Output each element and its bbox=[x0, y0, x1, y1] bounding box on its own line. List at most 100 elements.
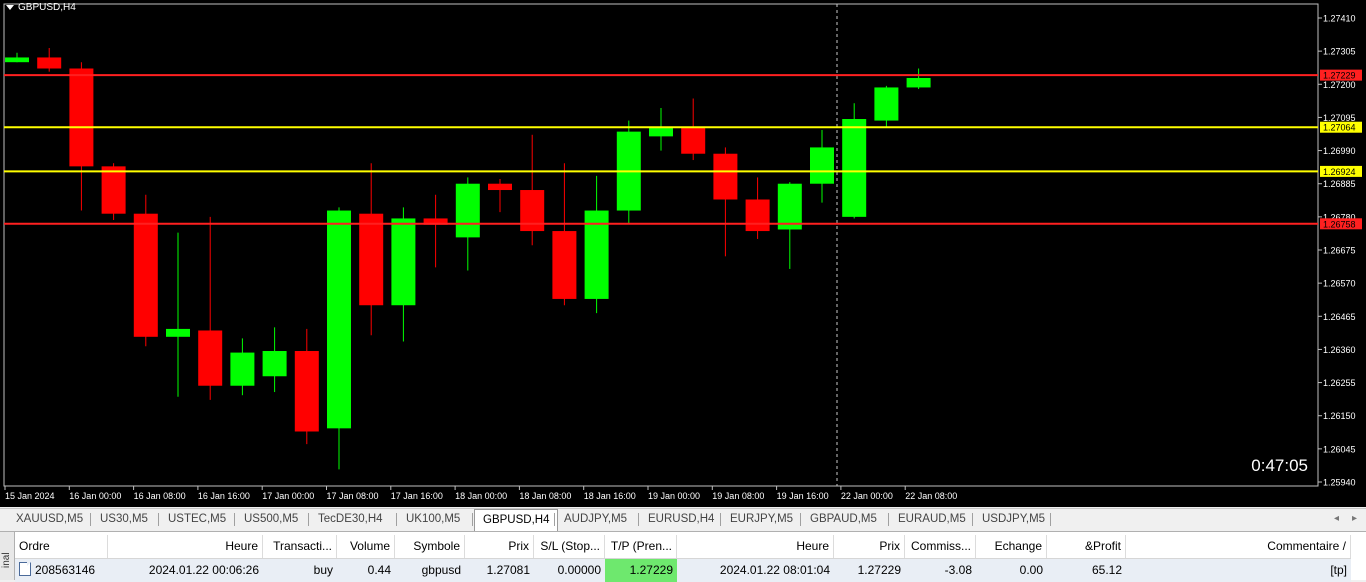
tab-tecde30-h4[interactable]: TecDE30,H4 bbox=[310, 511, 391, 528]
tabs-scroll-right-icon[interactable]: ▸ bbox=[1352, 513, 1357, 524]
tab-separator bbox=[888, 513, 889, 526]
tab-euraud-m5[interactable]: EURAUD,M5 bbox=[890, 511, 974, 528]
time-tick-label: 16 Jan 16:00 bbox=[198, 491, 250, 501]
column-header-10[interactable]: Commiss... bbox=[905, 535, 976, 558]
order-number: 208563146 bbox=[35, 563, 96, 577]
chart-menu-icon[interactable] bbox=[6, 5, 14, 10]
candle-body bbox=[777, 183, 802, 230]
table-row[interactable]: 208563146 2024.01.22 00:06:26 buy 0.44 gbpus… bbox=[15, 558, 1351, 582]
price-tick-label: 1.25940 bbox=[1323, 478, 1356, 488]
tab-xauusd-m5[interactable]: XAUUSD,M5 bbox=[8, 511, 91, 528]
candle-body bbox=[69, 68, 94, 167]
time-tick-label: 15 Jan 2024 bbox=[5, 491, 55, 501]
level-price-label: 1.27229 bbox=[1323, 71, 1356, 81]
column-header-4[interactable]: Symbole bbox=[395, 535, 465, 558]
candle-body bbox=[488, 183, 512, 191]
time-tick-label: 16 Jan 08:00 bbox=[134, 491, 186, 501]
candle-body bbox=[649, 126, 673, 137]
price-tick-label: 1.26990 bbox=[1323, 146, 1356, 156]
column-header-1[interactable]: Heure bbox=[108, 535, 263, 558]
candle-body bbox=[874, 87, 899, 121]
tab-separator bbox=[472, 513, 473, 526]
tab-separator bbox=[720, 513, 721, 526]
tab-gbpaud-m5[interactable]: GBPAUD,M5 bbox=[802, 511, 885, 528]
candle-body bbox=[745, 199, 770, 232]
price-tick-label: 1.26045 bbox=[1323, 444, 1356, 454]
terminal-panel: inal Ordre Heure Transacti... Volume Symbole… bbox=[0, 531, 1366, 582]
level-price-label: 1.26924 bbox=[1323, 167, 1356, 177]
candle-body bbox=[520, 190, 545, 232]
price-tick-label: 1.26675 bbox=[1323, 246, 1356, 256]
tab-us30-m5[interactable]: US30,M5 bbox=[92, 511, 156, 528]
candle-body bbox=[906, 77, 931, 88]
level-price-label: 1.26758 bbox=[1323, 219, 1356, 229]
candle-body bbox=[713, 153, 738, 200]
tab-separator bbox=[234, 513, 235, 526]
tab-separator bbox=[800, 513, 801, 526]
time-tick-label: 16 Jan 00:00 bbox=[69, 491, 121, 501]
tab-usdjpy-m5[interactable]: USDJPY,M5 bbox=[974, 511, 1053, 528]
tab-separator bbox=[90, 513, 91, 526]
tab-audjpy-m5[interactable]: AUDJPY,M5 bbox=[556, 511, 635, 528]
column-header-11[interactable]: Echange bbox=[976, 535, 1047, 558]
price-chart[interactable]: 1.27410 1.27305 1.27200 1.27095 1.26990 1.268… bbox=[0, 0, 1366, 507]
tab-us500-m5[interactable]: US500,M5 bbox=[236, 511, 306, 528]
price-tick-label: 1.27095 bbox=[1323, 113, 1356, 123]
column-header-3[interactable]: Volume bbox=[337, 535, 395, 558]
column-header-5[interactable]: Prix bbox=[465, 535, 534, 558]
tab-separator bbox=[554, 513, 555, 526]
tab-gbpusd-h4[interactable]: GBPUSD,H4 bbox=[474, 509, 559, 531]
column-header-13[interactable]: Commentaire / bbox=[1126, 535, 1351, 558]
plot-frame bbox=[3, 3, 1319, 487]
tab-eurusd-h4[interactable]: EURUSD,H4 bbox=[640, 511, 722, 528]
column-header-8[interactable]: Heure bbox=[677, 535, 834, 558]
time-tick-label: 17 Jan 16:00 bbox=[391, 491, 443, 501]
price-tick-label: 1.27200 bbox=[1323, 80, 1356, 90]
column-header-7[interactable]: T/P (Pren... bbox=[605, 535, 677, 558]
price-tick-label: 1.26255 bbox=[1323, 378, 1356, 388]
terminal-side-label[interactable]: inal bbox=[0, 532, 15, 580]
column-header-12[interactable]: &Profit bbox=[1047, 535, 1126, 558]
column-header-9[interactable]: Prix bbox=[834, 535, 905, 558]
candle-body bbox=[37, 57, 62, 69]
time-tick-label: 19 Jan 08:00 bbox=[712, 491, 764, 501]
price-tick-label: 1.27410 bbox=[1323, 14, 1356, 24]
candle-body bbox=[810, 147, 834, 184]
candle-body bbox=[5, 57, 29, 63]
candle-body bbox=[842, 119, 867, 217]
price-tick-label: 1.26570 bbox=[1323, 279, 1356, 289]
time-tick-label: 18 Jan 16:00 bbox=[584, 491, 636, 501]
bar-countdown: 0:47:05 bbox=[1251, 456, 1308, 475]
order-icon bbox=[19, 562, 31, 576]
candle-body bbox=[262, 351, 287, 377]
tab-separator bbox=[396, 513, 397, 526]
column-header-6[interactable]: S/L (Stop... bbox=[534, 535, 605, 558]
time-tick-label: 17 Jan 08:00 bbox=[327, 491, 379, 501]
time-tick-label: 19 Jan 16:00 bbox=[777, 491, 829, 501]
chart-area[interactable]: 1.27410 1.27305 1.27200 1.27095 1.26990 1.268… bbox=[0, 0, 1366, 507]
tab-separator bbox=[972, 513, 973, 526]
tab-separator bbox=[308, 513, 309, 526]
candle-body bbox=[391, 218, 416, 306]
column-header-0[interactable]: Ordre bbox=[15, 535, 108, 558]
candle-body bbox=[681, 126, 706, 154]
chart-title[interactable]: GBPUSD,H4 bbox=[6, 2, 76, 13]
chart-symbol-label: GBPUSD,H4 bbox=[18, 2, 76, 13]
candle-body bbox=[198, 330, 223, 386]
tab-separator bbox=[1050, 513, 1051, 526]
price-tick-label: 1.26360 bbox=[1323, 345, 1356, 355]
time-tick-label: 22 Jan 08:00 bbox=[905, 491, 957, 501]
time-tick-label: 19 Jan 00:00 bbox=[648, 491, 700, 501]
price-tick-label: 1.27305 bbox=[1323, 47, 1356, 57]
level-price-label: 1.27064 bbox=[1323, 123, 1356, 133]
time-tick-label: 22 Jan 00:00 bbox=[841, 491, 893, 501]
tab-uk100-m5[interactable]: UK100,M5 bbox=[398, 511, 468, 528]
candle-body bbox=[230, 352, 255, 386]
column-header-2[interactable]: Transacti... bbox=[263, 535, 337, 558]
tab-ustec-m5[interactable]: USTEC,M5 bbox=[160, 511, 234, 528]
candle-body bbox=[359, 213, 384, 306]
tabs-scroll-left-icon[interactable]: ◂ bbox=[1334, 513, 1339, 524]
tab-eurjpy-m5[interactable]: EURJPY,M5 bbox=[722, 511, 801, 528]
candle-body bbox=[552, 231, 577, 299]
candle-body bbox=[294, 351, 319, 432]
